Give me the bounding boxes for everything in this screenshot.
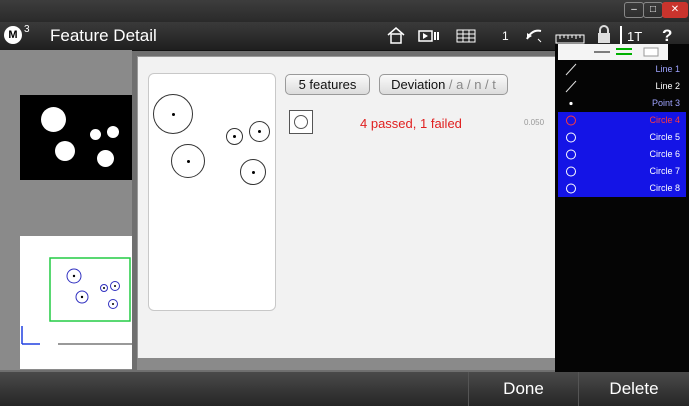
circle-feature-icon (289, 110, 313, 134)
app-logo-superscript: 3 (24, 24, 30, 35)
image-blob (107, 126, 119, 138)
image-blob (90, 129, 101, 140)
feature-row[interactable]: Circle 8 (558, 180, 686, 197)
undo-arrow-icon[interactable] (524, 27, 544, 46)
mode-label[interactable]: 1T (627, 29, 642, 44)
circle-shape[interactable] (171, 144, 205, 178)
feature-name: Circle 4 (649, 115, 680, 125)
help-icon[interactable]: ? (662, 26, 672, 46)
part-view-thumbnail[interactable] (20, 236, 132, 369)
feature-row[interactable]: Circle 5 (558, 129, 686, 146)
image-blob (55, 141, 75, 161)
circle-shape[interactable] (153, 94, 193, 134)
feature-row[interactable]: Circle 6 (558, 146, 686, 163)
image-blob (97, 150, 114, 167)
deviation-label: Deviation (391, 77, 446, 92)
video-camera-icon[interactable] (418, 29, 440, 46)
image-blob (41, 107, 66, 132)
feature-name: Line 2 (655, 81, 680, 91)
feature-name: Circle 7 (649, 166, 680, 176)
feature-name: Line 1 (655, 64, 680, 74)
home-icon[interactable] (386, 26, 406, 47)
deviation-mode-button[interactable]: Deviation / a / n / t (379, 74, 508, 95)
window-title: Feature Detail (50, 26, 157, 45)
circle-icon (564, 129, 578, 146)
feature-name: Circle 8 (649, 183, 680, 193)
window-top-strip (0, 0, 689, 22)
maximize-icon[interactable]: □ (643, 2, 663, 18)
delete-button[interactable]: Delete (579, 372, 689, 406)
feature-row[interactable]: Line 1 (558, 61, 686, 78)
feature-name: Point 3 (651, 98, 680, 108)
features-count-button[interactable]: 5 features (285, 74, 370, 95)
feature-name: Circle 6 (649, 149, 680, 159)
feature-preview-box (148, 73, 276, 311)
pass-fail-status: 4 passed, 1 failed (360, 116, 462, 131)
minimize-icon[interactable]: – (624, 2, 644, 18)
counter-label: 1 (502, 29, 509, 43)
done-button[interactable]: Done (469, 372, 578, 406)
deviation-options: / a / n / t (445, 77, 496, 92)
feature-row[interactable]: Point 3 (558, 95, 686, 112)
circle-icon (564, 180, 578, 197)
feature-row[interactable]: Circle 4 (558, 112, 686, 129)
camera-image[interactable] (20, 95, 132, 180)
feature-row[interactable]: Line 2 (558, 78, 686, 95)
feature-row[interactable]: Circle 7 (558, 163, 686, 180)
circle-icon (564, 163, 578, 180)
grid-view-icon[interactable] (456, 29, 476, 46)
dialog-footer-strip (137, 358, 555, 370)
tolerance-value: 0.050 (524, 118, 545, 127)
circle-icon (564, 112, 578, 129)
circle-shape[interactable] (240, 159, 266, 185)
app-logo: M (4, 26, 22, 44)
feature-name: Circle 5 (649, 132, 680, 142)
close-icon[interactable]: ✕ (662, 2, 688, 18)
circle-shape[interactable] (226, 128, 243, 145)
circle-shape[interactable] (249, 121, 270, 142)
feature-list-header (558, 44, 668, 60)
toolbar-divider (620, 26, 622, 46)
line-icon (564, 61, 578, 78)
line-icon (564, 78, 578, 95)
circle-icon (564, 146, 578, 163)
point-icon (564, 95, 578, 112)
